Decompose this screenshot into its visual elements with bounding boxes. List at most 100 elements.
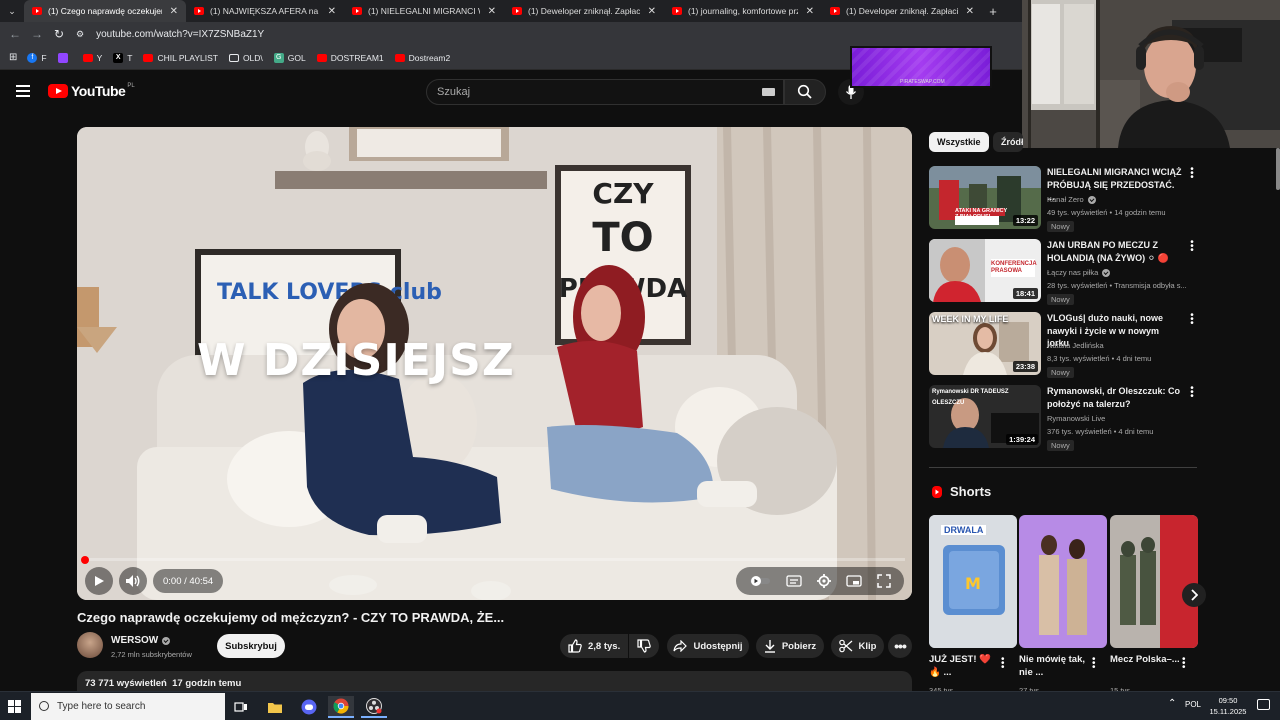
like-button[interactable]: 2,8 tys.: [560, 634, 628, 658]
shorts-next-button[interactable]: [1182, 583, 1206, 607]
channel-avatar[interactable]: [77, 632, 103, 658]
subscribe-button[interactable]: Subskrybuj: [217, 634, 285, 658]
channel-name[interactable]: WERSOW: [111, 635, 171, 646]
page-scrollbar[interactable]: [1276, 148, 1280, 190]
browser-tab[interactable]: (1) NIELEGALNI MIGRANCI WCI✕: [344, 0, 504, 22]
video-thumbnail[interactable]: ATAKI NA GRANICY Z BIAŁORUSI 13:22: [929, 166, 1041, 229]
file-explorer-icon[interactable]: [262, 696, 288, 718]
browser-tab[interactable]: (1) Developer zniknął. Zapłacili ✕: [822, 0, 982, 22]
settings-gear-icon[interactable]: [816, 574, 831, 588]
short-title[interactable]: JUŻ JEST! ❤️🔥 ...: [929, 653, 1001, 679]
windows-start-icon[interactable]: [8, 700, 21, 713]
forward-icon[interactable]: →: [26, 27, 48, 41]
miniplayer-icon[interactable]: [846, 575, 862, 587]
share-button[interactable]: Udostępnij: [667, 634, 749, 658]
recommended-video[interactable]: ATAKI NA GRANICY Z BIAŁORUSI 13:22 NIELE…: [929, 165, 1199, 232]
search-icon: [797, 84, 812, 99]
obs-icon[interactable]: [361, 696, 387, 718]
browser-tab[interactable]: (1) NAJWIĘKSZA AFERA na UKR✕: [186, 0, 344, 22]
clock[interactable]: 09:50 15.11.2025: [1209, 695, 1247, 717]
bookmark-f[interactable]: fF: [27, 52, 47, 63]
recommended-channel[interactable]: Kanał Zero: [1047, 195, 1096, 204]
bookmark-twitch[interactable]: [57, 52, 72, 63]
more-options-icon[interactable]: • • •: [1187, 238, 1197, 256]
recommended-video-title[interactable]: JAN URBAN PO MECZU Z HOLANDIĄ (NA ŻYWO) …: [1047, 239, 1183, 264]
search-input[interactable]: Szukaj: [426, 79, 784, 105]
bookmark-gol[interactable]: G GOL: [273, 52, 306, 63]
recommended-video-title[interactable]: Rymanowski, dr Oleszczuk: Co położyć na …: [1047, 385, 1183, 410]
bookmark-old[interactable]: OLD\: [228, 53, 263, 63]
recommended-video[interactable]: Rymanowski DR TADEUSZ OLESZCZU 1:39:24 R…: [929, 384, 1199, 451]
play-button[interactable]: [85, 567, 113, 595]
subtitles-icon[interactable]: [786, 575, 802, 587]
chip-all[interactable]: Wszystkie: [929, 132, 989, 152]
download-button[interactable]: Pobierz: [756, 634, 824, 658]
apps-grid-icon[interactable]: ⊞: [9, 52, 17, 63]
windows-taskbar: Type here to search ⌃ POL 09:50 15.11.20…: [0, 691, 1280, 720]
task-view-icon[interactable]: [228, 696, 254, 718]
clip-button[interactable]: Klip: [831, 634, 884, 658]
close-tab-icon[interactable]: ✕: [966, 6, 974, 17]
short-title[interactable]: Nie mówię tak, nie ...: [1019, 653, 1091, 679]
duration-badge: 18:41: [1012, 288, 1038, 299]
bookmark-dostream1[interactable]: DOSTREAM1: [316, 53, 384, 63]
bookmark-y[interactable]: Y: [82, 53, 102, 63]
close-tab-icon[interactable]: ✕: [648, 6, 656, 17]
new-tab-button[interactable]: +: [982, 0, 1004, 22]
bookmark-dostream2[interactable]: Dostream2: [394, 53, 450, 63]
search-button[interactable]: [784, 79, 826, 105]
input-language[interactable]: POL: [1185, 700, 1201, 709]
bookmark-chil-playlist[interactable]: CHIL PLAYLIST: [143, 53, 218, 63]
keyboard-icon[interactable]: [762, 88, 775, 96]
progress-scrubber[interactable]: [81, 556, 89, 564]
short-thumbnail[interactable]: M DRWALA: [929, 515, 1017, 648]
more-options-icon[interactable]: • • •: [1092, 655, 1096, 673]
browser-tab[interactable]: (1) journaling, komfortowe prze ✕: [664, 0, 822, 22]
dislike-button[interactable]: [629, 634, 659, 658]
recommended-channel[interactable]: Rymanowski Live: [1047, 414, 1105, 423]
back-icon[interactable]: ←: [4, 27, 26, 41]
reload-icon[interactable]: ↻: [48, 27, 70, 41]
discord-icon[interactable]: [296, 696, 322, 718]
close-tab-icon[interactable]: ✕: [806, 6, 814, 17]
chrome-icon[interactable]: [328, 696, 354, 718]
video-thumbnail[interactable]: Rymanowski DR TADEUSZ OLESZCZU 1:39:24: [929, 385, 1041, 448]
site-info-icon[interactable]: ⚙: [76, 29, 84, 40]
more-actions-icon[interactable]: •••: [888, 634, 912, 658]
more-options-icon[interactable]: • • •: [1001, 655, 1005, 673]
close-tab-icon[interactable]: ✕: [328, 6, 336, 17]
recommended-video[interactable]: WEEK IN MY LIFE 23:38 VLOGuś| dużo nauki…: [929, 311, 1199, 378]
short-thumbnail[interactable]: [1110, 515, 1198, 648]
video-player[interactable]: CZY TO PRAWDA TALK LOVERS club W DZISIEJ…: [77, 127, 912, 600]
tab-list-button[interactable]: ⌄: [0, 0, 24, 22]
notifications-icon[interactable]: [1257, 699, 1270, 710]
taskbar-search-input[interactable]: Type here to search: [31, 693, 225, 720]
url-field[interactable]: youtube.com/watch?v=IX7ZSNBaZ1Y: [96, 29, 264, 40]
tray-overflow-icon[interactable]: ⌃: [1168, 698, 1176, 709]
browser-tab[interactable]: (1) Czego naprawdę oczekujemy ✕: [24, 0, 186, 22]
more-options-icon[interactable]: • • •: [1187, 165, 1197, 183]
more-options-icon[interactable]: • • •: [1187, 311, 1197, 329]
video-thumbnail[interactable]: KONFERENCJA PRASOWA 18:41: [929, 239, 1041, 302]
shorts-icon: [932, 485, 942, 498]
share-icon: [673, 640, 688, 652]
youtube-logo[interactable]: YouTube PL: [48, 83, 135, 99]
progress-bar[interactable]: [85, 558, 905, 561]
more-options-icon[interactable]: • • •: [1182, 655, 1186, 673]
recommended-channel[interactable]: Łączy nas piłka: [1047, 268, 1111, 277]
browser-tab[interactable]: (1) Deweloper zniknął. Zapłacili ✕: [504, 0, 664, 22]
short-title[interactable]: Mecz Polska–...: [1110, 653, 1182, 666]
recommended-channel[interactable]: Natalia Jedlińska: [1047, 341, 1104, 350]
more-options-icon[interactable]: • • •: [1187, 384, 1197, 402]
fullscreen-icon[interactable]: [876, 574, 891, 588]
chip-source[interactable]: Źródł: [993, 132, 1023, 152]
autoplay-toggle-icon[interactable]: [749, 575, 771, 587]
bookmark-t[interactable]: XT: [113, 52, 132, 63]
close-tab-icon[interactable]: ✕: [488, 6, 496, 17]
volume-button[interactable]: [119, 567, 147, 595]
close-tab-icon[interactable]: ✕: [170, 6, 178, 17]
menu-icon[interactable]: [16, 85, 30, 97]
video-thumbnail[interactable]: WEEK IN MY LIFE 23:38: [929, 312, 1041, 375]
recommended-video[interactable]: KONFERENCJA PRASOWA 18:41 JAN URBAN PO M…: [929, 238, 1199, 305]
short-thumbnail[interactable]: [1019, 515, 1107, 648]
